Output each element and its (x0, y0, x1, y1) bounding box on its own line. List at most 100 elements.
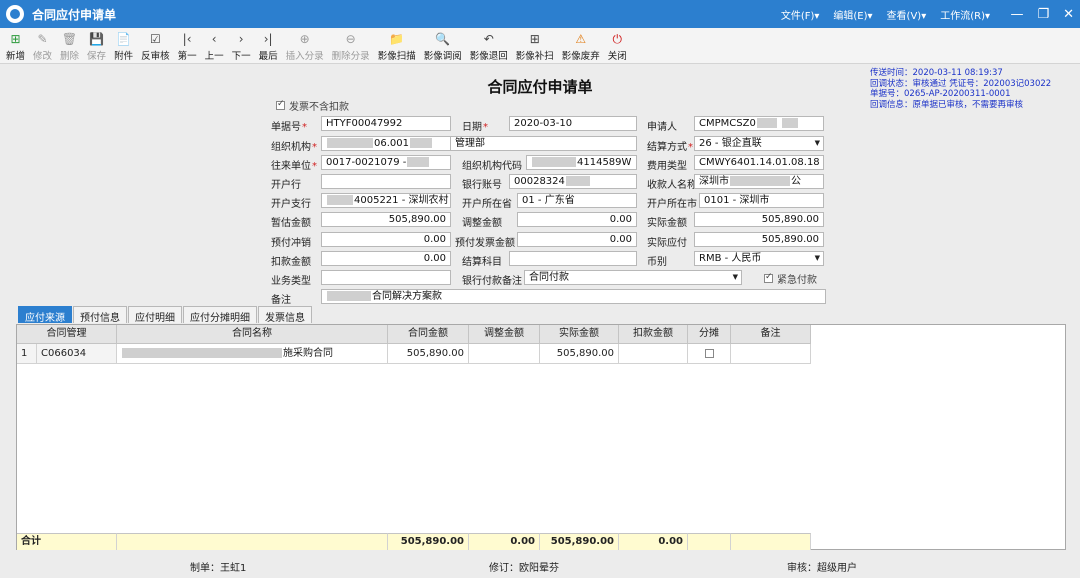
col-contract-mgmt[interactable]: 合同管理 (17, 325, 117, 344)
tab-payable-source[interactable]: 应付来源 (18, 306, 72, 324)
detail-tabs: 应付来源 预付信息 应付明细 应付分摊明细 发票信息 (18, 306, 312, 324)
deduct-amount-field[interactable]: 0.00 (321, 251, 451, 266)
col-split[interactable]: 分摊 (688, 325, 731, 344)
col-contract-amount[interactable]: 合同金额 (388, 325, 469, 344)
date-label: 日期* (462, 122, 488, 133)
urgent-checkbox[interactable] (764, 272, 773, 283)
menu-file[interactable]: 文件(F)▾ (781, 7, 820, 22)
insert-entry-button[interactable]: ⊕ 插入分录 (282, 28, 328, 62)
col-adjust-amount[interactable]: 调整金额 (469, 325, 540, 344)
image-return-button[interactable]: ↶ 影像退回 (466, 28, 512, 62)
expense-type-field[interactable]: CMWY6401.14.01.08.18 - (694, 155, 824, 170)
new-button[interactable]: ⊞ 新增 (2, 28, 29, 62)
branch-field[interactable]: 4005221 - 深圳农村 (321, 193, 451, 208)
first-label: 第一 (177, 51, 197, 62)
city-field[interactable]: 0101 - 深圳市 (699, 193, 824, 208)
tab-payable-detail[interactable]: 应付明细 (128, 306, 182, 324)
biz-type-field[interactable] (321, 270, 451, 285)
col-actual-amount[interactable]: 实际金额 (540, 325, 619, 344)
partner-field[interactable]: 0017-0021079 - (321, 155, 451, 170)
footer-actual-amount: 505,890.00 (540, 533, 619, 550)
menu-workflow[interactable]: 工作流(R)▾ (940, 7, 990, 22)
cell-split[interactable] (688, 344, 731, 364)
callback-message-text: 回调信息：原单据已审核，不需要再审核 (870, 99, 1024, 110)
settle-method-select[interactable]: 26 - 银企直联 (694, 136, 824, 151)
attachment-button[interactable]: 📄 附件 (110, 28, 137, 62)
image-view-button[interactable]: 🔍 影像调阅 (420, 28, 466, 62)
edit-button[interactable]: ✎ 修改 (29, 28, 56, 62)
minimize-icon[interactable]: — (1010, 7, 1023, 22)
cell-contract[interactable]: C066034 (37, 344, 117, 364)
window-title: 合同应付申请单 (32, 7, 117, 22)
delete-entry-icon: ⊖ (345, 32, 356, 46)
tab-payable-allocation[interactable]: 应付分摊明细 (183, 306, 257, 324)
bill-number-field[interactable]: HTYF00047992 (321, 116, 451, 131)
prepay-invoice-field[interactable]: 0.00 (517, 232, 637, 247)
send-time-text: 传送时间：2020-03-11 08:19:37 (870, 68, 1003, 78)
unaudit-button[interactable]: ☑ 反审核 (137, 28, 174, 62)
bank-account-field[interactable]: 00028324 (509, 174, 637, 189)
image-scan-label: 影像扫描 (377, 51, 416, 62)
adjust-amount-field[interactable]: 0.00 (517, 212, 637, 227)
menu-view[interactable]: 查看(V)▾ (887, 7, 927, 22)
org-code-field[interactable]: 4114589W (526, 155, 637, 170)
first-icon: |‹ (182, 32, 192, 46)
prepay-offset-field[interactable]: 0.00 (321, 232, 451, 247)
image-scan-button[interactable]: 📁 影像扫描 (374, 28, 420, 62)
cell-adjust-amount[interactable] (469, 344, 540, 364)
first-button[interactable]: |‹ 第一 (174, 28, 201, 62)
next-button[interactable]: › 下一 (228, 28, 255, 62)
remark-field[interactable]: 合同解决方案款 (321, 289, 826, 304)
delete-entry-button[interactable]: ⊖ 删除分录 (328, 28, 374, 62)
applicant-label: 申请人 (647, 122, 677, 133)
applicant-field[interactable]: CMPMCSZ0 (694, 116, 824, 131)
modifier-text: 修订：欧阳晕芬 (489, 563, 559, 574)
payee-name-field[interactable]: 深圳市公 (694, 174, 824, 189)
last-icon: ›| (263, 32, 273, 46)
tab-invoice-info[interactable]: 发票信息 (258, 306, 312, 324)
adjust-amount-label: 调整金额 (462, 218, 502, 229)
image-discard-button[interactable]: ⚠ 影像废弃 (558, 28, 604, 62)
cell-remark[interactable] (731, 344, 811, 364)
org-field[interactable]: 06.001 (321, 136, 451, 151)
province-field[interactable]: 01 - 广东省 (517, 193, 637, 208)
date-field[interactable]: 2020-03-10 (509, 116, 637, 131)
settle-subject-field[interactable] (509, 251, 637, 266)
remark-label: 备注 (271, 295, 291, 306)
urgent-toggle[interactable]: 紧急付款 (764, 271, 817, 286)
split-checkbox[interactable] (704, 348, 714, 358)
invoice-no-deduct-checkbox[interactable] (276, 99, 285, 110)
tab-prepay-info[interactable]: 预付信息 (73, 306, 127, 324)
col-remark[interactable]: 备注 (731, 325, 811, 344)
est-amount-field[interactable]: 505,890.00 (321, 212, 451, 227)
org-name-field[interactable]: 管理部 (451, 136, 637, 151)
callback-status-text: 回调状态：审核通过 凭证号：202003记03022 (870, 78, 1052, 89)
last-button[interactable]: ›| 最后 (255, 28, 282, 62)
cell-contract-amount[interactable]: 505,890.00 (388, 344, 469, 364)
image-rescan-button[interactable]: ⊞ 影像补扫 (512, 28, 558, 62)
payee-name-label: 收款人名称 (647, 180, 697, 191)
cell-actual-amount[interactable]: 505,890.00 (540, 344, 619, 364)
bank-remark-select[interactable]: 合同付款 (524, 270, 742, 285)
cell-deduct-amount[interactable] (619, 344, 688, 364)
col-contract-name[interactable]: 合同名称 (117, 325, 388, 344)
restore-icon[interactable]: ❐ (1037, 7, 1049, 22)
cell-contract-name[interactable]: 施采购合同 (117, 344, 388, 364)
prev-button[interactable]: ‹ 上一 (201, 28, 228, 62)
invoice-no-deduct-toggle[interactable]: 发票不含扣款 (276, 98, 349, 113)
bank-field[interactable] (321, 174, 451, 189)
city-label: 开户所在市 (647, 199, 697, 210)
col-deduct-amount[interactable]: 扣款金额 (619, 325, 688, 344)
menu-bar: 文件(F)▾ 编辑(E)▾ 查看(V)▾ 工作流(R)▾ (781, 0, 990, 28)
save-button[interactable]: 💾 保存 (83, 28, 110, 62)
currency-select[interactable]: RMB - 人民币 (694, 251, 824, 266)
actual-amount-field[interactable]: 505,890.00 (694, 212, 824, 227)
close-button[interactable]: ⏻ 关闭 (604, 28, 631, 62)
delete-button[interactable]: 🗑 删除 (56, 28, 83, 62)
bank-account-label: 银行账号 (462, 180, 502, 191)
bill-no-text: 单据号：0265-AP-20200311-0001 (870, 89, 1011, 99)
close-window-icon[interactable]: ✕ (1063, 7, 1074, 22)
menu-edit[interactable]: 编辑(E)▾ (833, 7, 872, 22)
prepay-invoice-label: 预付发票金额 (455, 238, 515, 249)
actual-payable-field[interactable]: 505,890.00 (694, 232, 824, 247)
